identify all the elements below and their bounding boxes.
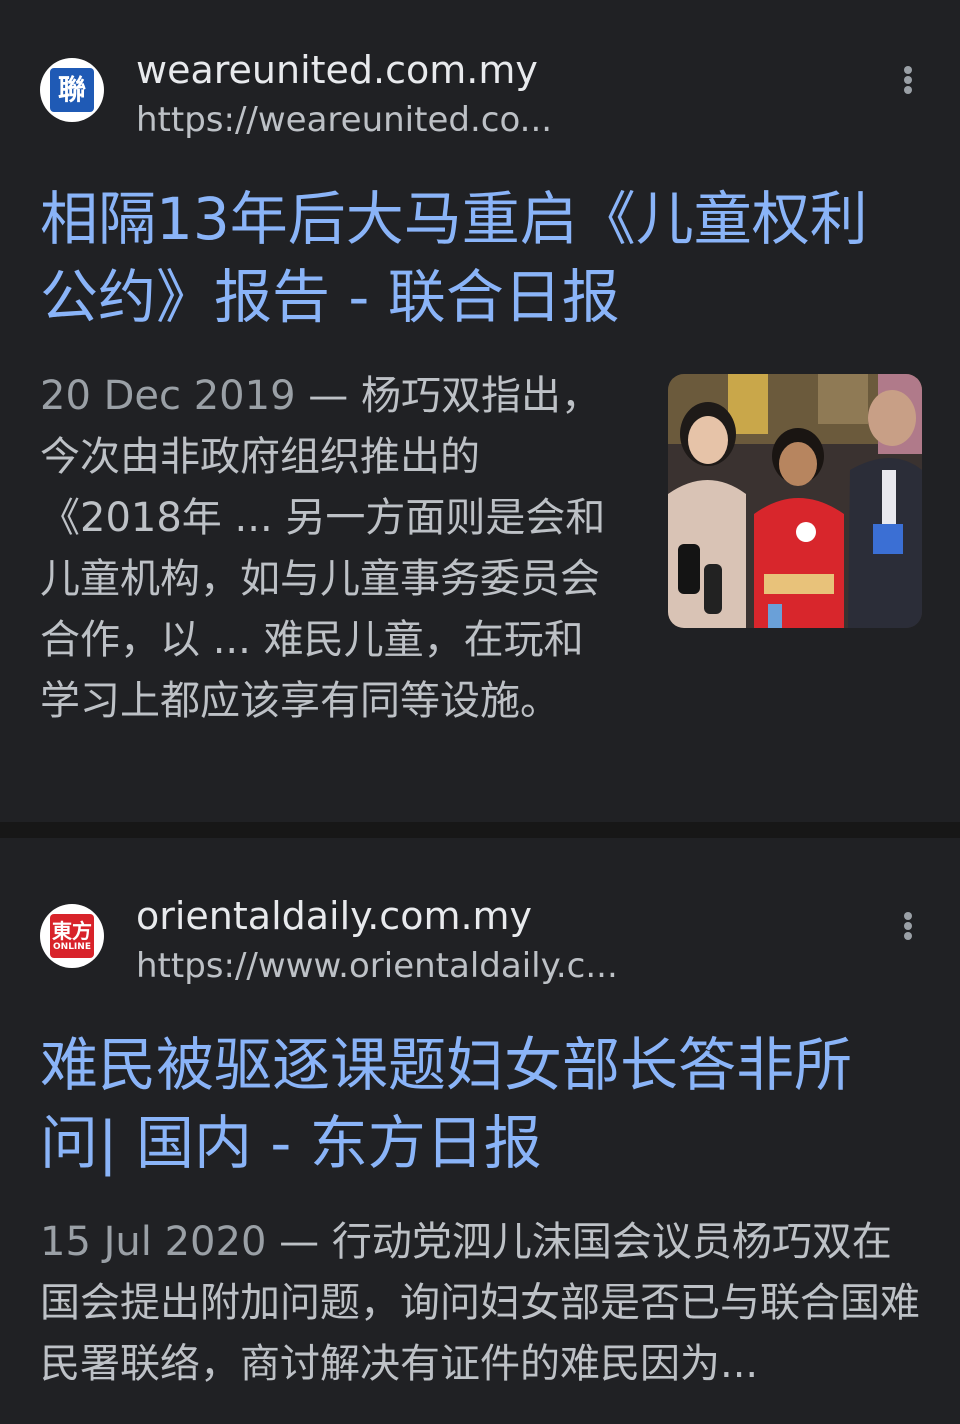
result-title-link[interactable]: 相隔13年后大马重启《儿童权利公约》报告 - 联合日报 <box>40 180 920 336</box>
site-favicon-icon: 東方 ONLINE <box>40 904 104 968</box>
logo-subtext: ONLINE <box>53 941 91 952</box>
result-source[interactable]: 聯 weareunited.com.my https://weareunited… <box>40 40 920 150</box>
result-thumbnail[interactable] <box>668 374 922 628</box>
site-name: weareunited.com.my <box>136 48 538 92</box>
oriental-logo: 東方 ONLINE <box>50 914 94 958</box>
result-snippet: 20 Dec 2019 — 杨巧双指出，今次由非政府组织推出的《2018年 ..… <box>40 366 620 732</box>
site-name: orientaldaily.com.my <box>136 894 533 938</box>
menu-dot <box>904 66 912 74</box>
menu-dot <box>904 922 912 930</box>
result-date: 20 Dec 2019 <box>40 373 296 419</box>
site-url: https://weareunited.co... <box>136 100 553 140</box>
snippet-text: — 杨巧双指出，今次由非政府组织推出的《2018年 ... 另一方面则是会和儿童… <box>40 373 606 724</box>
search-result: 東方 ONLINE orientaldaily.com.my https://w… <box>0 838 960 1424</box>
more-options-icon[interactable] <box>896 906 920 946</box>
result-source[interactable]: 東方 ONLINE orientaldaily.com.my https://w… <box>40 886 920 996</box>
menu-dot <box>904 912 912 920</box>
logo-text: 東方 <box>52 918 92 943</box>
result-separator <box>0 822 960 838</box>
menu-dot <box>904 76 912 84</box>
lianhe-logo: 聯 <box>50 68 94 112</box>
result-date: 15 Jul 2020 <box>40 1219 267 1265</box>
menu-dot <box>904 932 912 940</box>
thumbnail-photo <box>668 374 922 628</box>
site-favicon-icon: 聯 <box>40 58 104 122</box>
more-options-icon[interactable] <box>896 60 920 100</box>
result-title-link[interactable]: 难民被驱逐课题妇女部长答非所问| 国内 - 东方日报 <box>40 1026 920 1182</box>
search-result: 聯 weareunited.com.my https://weareunited… <box>0 0 960 822</box>
site-url: https://www.orientaldaily.c... <box>136 946 618 986</box>
result-snippet: 15 Jul 2020 — 行动党泗儿沫国会议员杨巧双在国会提出附加问题，询问妇… <box>40 1212 920 1395</box>
menu-dot <box>904 86 912 94</box>
